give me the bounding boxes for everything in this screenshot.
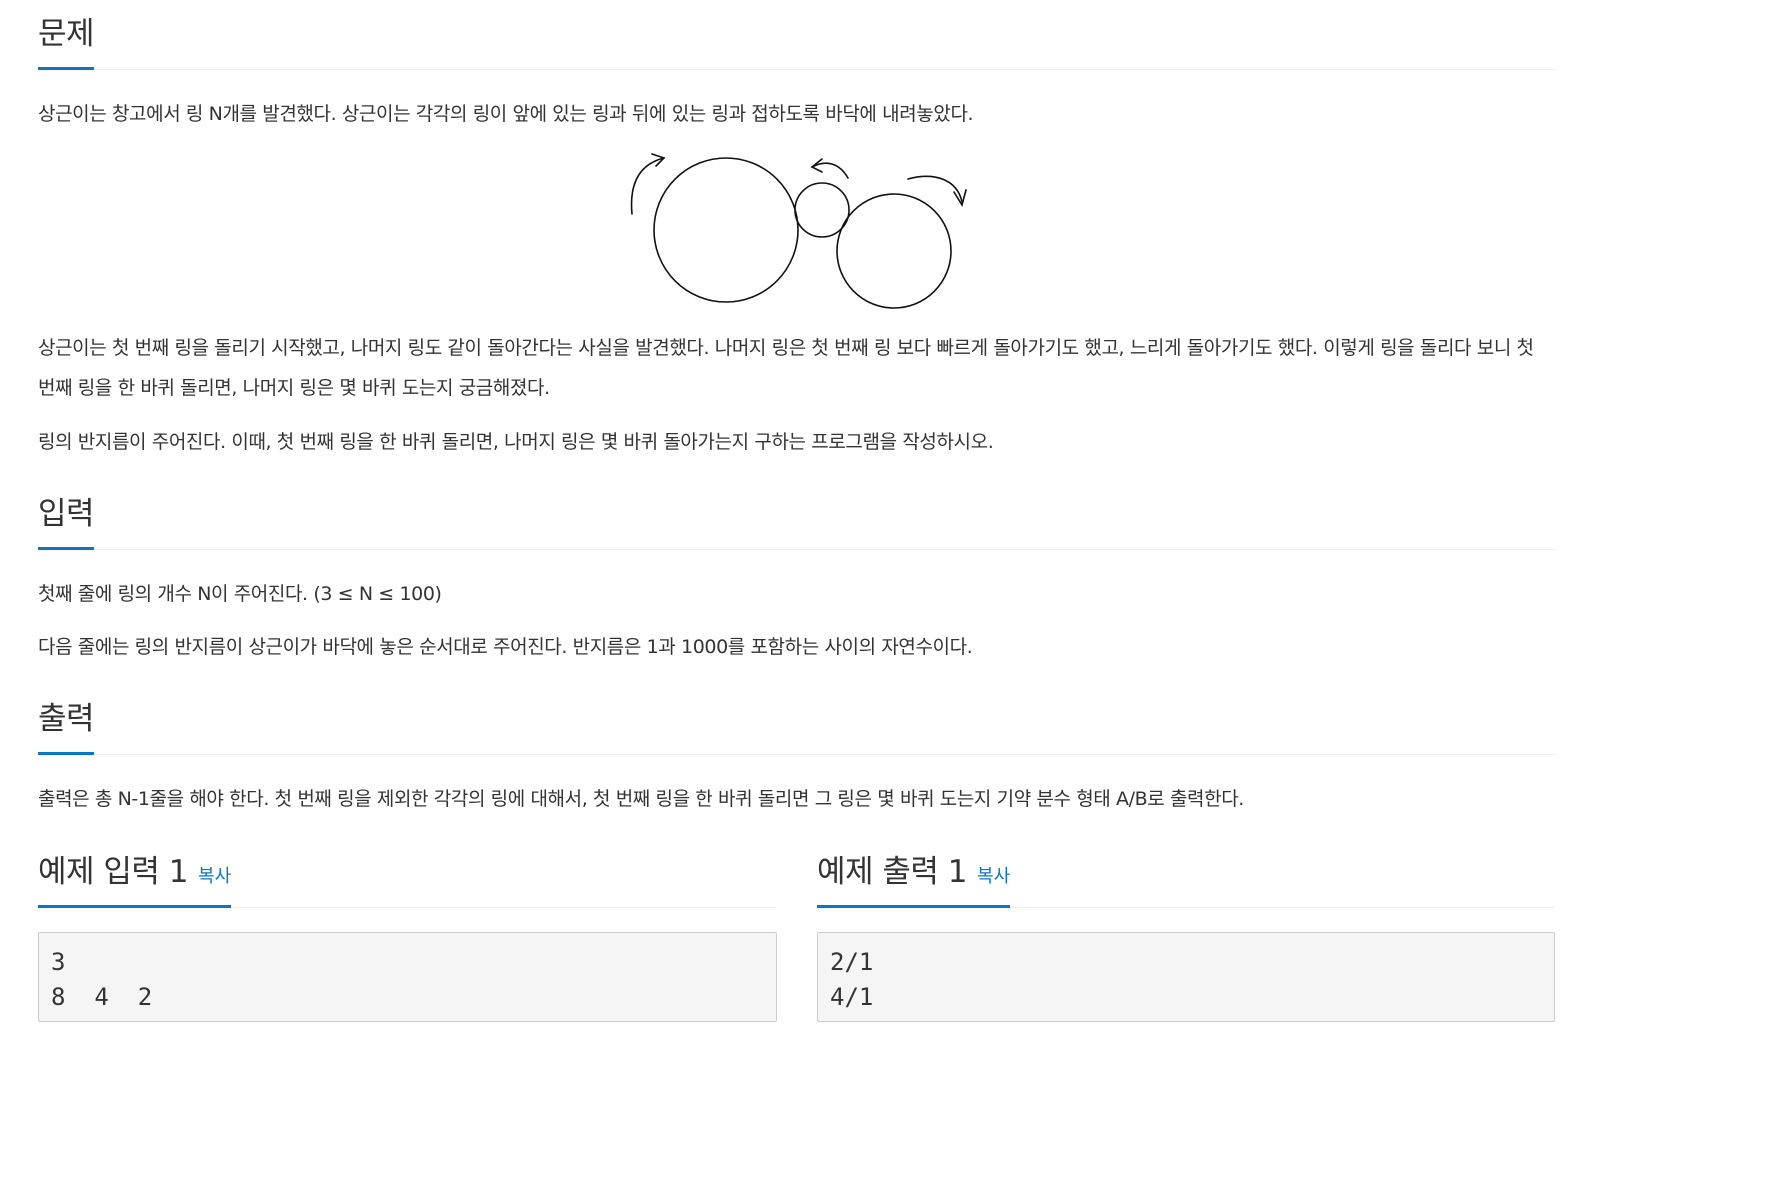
rings-figure bbox=[630, 153, 967, 309]
input-heading: 입력 bbox=[38, 488, 95, 550]
problem-heading: 문제 bbox=[38, 8, 95, 70]
sample-input-header: 예제 입력 1 복사 bbox=[38, 846, 776, 908]
sample-input-title: 예제 입력 1 bbox=[38, 854, 189, 890]
medium-ring bbox=[836, 193, 952, 309]
sample-input-box[interactable]: 3 8 4 2 bbox=[38, 932, 777, 1022]
sample-input-copy-button[interactable]: 복사 bbox=[198, 866, 231, 887]
sample-output-heading: 예제 출력 1 복사 bbox=[817, 846, 1011, 908]
output-section-header: 출력 bbox=[38, 693, 1556, 755]
output-description: 출력은 총 N-1줄을 해야 한다. 첫 번째 링을 제외한 각각의 링에 대해… bbox=[38, 788, 1244, 810]
problem-page: 문제 상근이는 창고에서 링 N개를 발견했다. 상근이는 각각의 링이 앞에 … bbox=[0, 0, 1768, 1180]
sample-output-header: 예제 출력 1 복사 bbox=[817, 846, 1555, 908]
sample-output-title: 예제 출력 1 bbox=[817, 854, 968, 890]
sample-input-heading: 예제 입력 1 복사 bbox=[38, 846, 232, 908]
problem-description-2: 상근이는 첫 번째 링을 돌리기 시작했고, 나머지 링도 같이 돌아간다는 사… bbox=[38, 337, 1534, 399]
sample-output-copy-button[interactable]: 복사 bbox=[977, 866, 1010, 887]
problem-description-1: 상근이는 창고에서 링 N개를 발견했다. 상근이는 각각의 링이 앞에 있는 … bbox=[38, 103, 974, 125]
input-section-header: 입력 bbox=[38, 488, 1556, 550]
rotation-arrow-left bbox=[630, 157, 665, 215]
sample-output-box[interactable]: 2/1 4/1 bbox=[817, 932, 1555, 1022]
large-ring bbox=[653, 157, 799, 303]
output-heading: 출력 bbox=[38, 693, 95, 755]
input-description-2: 다음 줄에는 링의 반지름이 상근이가 바닥에 놓은 순서대로 주어진다. 반지… bbox=[38, 636, 973, 658]
input-description-1: 첫째 줄에 링의 개수 N이 주어진다. (3 ≤ N ≤ 100) bbox=[38, 583, 442, 605]
problem-description-3: 링의 반지름이 주어진다. 이때, 첫 번째 링을 한 바퀴 돌리면, 나머지 … bbox=[38, 431, 994, 453]
problem-section-header: 문제 bbox=[38, 8, 1556, 70]
